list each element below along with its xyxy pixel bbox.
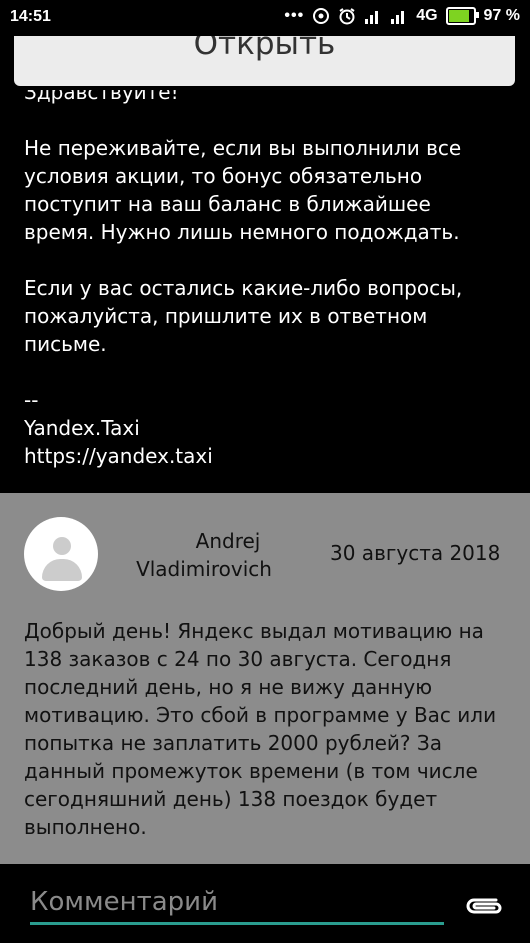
signature-link[interactable]: https://yandex.taxi	[24, 442, 494, 470]
message-paragraph-1: Не переживайте, если вы выполнили все ус…	[24, 136, 462, 244]
reply-message: Здравствуйте! Не переживайте, если вы вы…	[24, 78, 494, 470]
comment-text: Добрый день! Яндекс выдал мотивацию на 1…	[24, 619, 497, 839]
signal-icon	[364, 8, 382, 24]
author-first-name: Andrej	[195, 529, 261, 553]
signal-icon-2	[390, 8, 408, 24]
battery-percent: 97 %	[483, 7, 520, 24]
alarm-icon	[338, 7, 356, 25]
status-bar: 14:51 ••• 4G 97 %	[0, 0, 530, 36]
paperclip-icon[interactable]	[462, 892, 506, 920]
status-time: 14:51	[10, 8, 51, 25]
comment-author: Andrej Vladimirovich	[104, 527, 304, 583]
signature-name: Yandex.Taxi	[24, 416, 140, 440]
comment-bar	[0, 864, 530, 943]
comment-input[interactable]	[30, 882, 444, 925]
network-type: 4G	[416, 7, 438, 24]
battery-icon	[445, 7, 479, 25]
notification-dots: •••	[284, 7, 305, 24]
avatar	[24, 517, 98, 591]
hotspot-icon	[312, 7, 330, 25]
status-icons: ••• 4G 97 %	[284, 7, 520, 25]
signature-separator: --	[24, 388, 39, 412]
message-paragraph-2: Если у вас остались какие-либо вопросы, …	[24, 276, 463, 356]
comment-date: 30 августа 2018	[330, 541, 501, 565]
comment-card: Andrej Vladimirovich 30 августа 2018 Доб…	[0, 493, 530, 864]
author-last-name: Vladimirovich	[136, 557, 272, 581]
